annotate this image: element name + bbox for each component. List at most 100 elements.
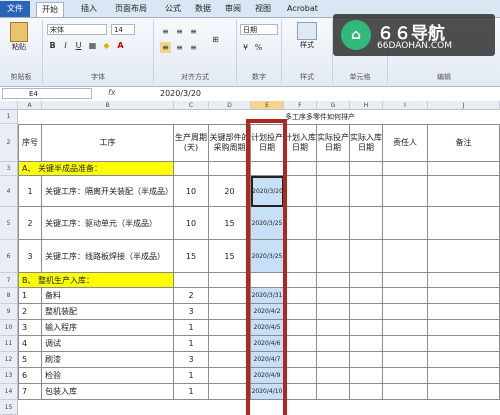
percent-button[interactable]: % — [253, 42, 264, 53]
prod-row-cycle[interactable]: 1 — [174, 384, 209, 400]
align-middle-icon[interactable]: ≡ — [174, 26, 185, 37]
header-seq[interactable]: 序号 — [18, 124, 42, 162]
bold-button[interactable]: B — [47, 40, 58, 51]
cell[interactable] — [350, 304, 383, 320]
cell[interactable] — [350, 288, 383, 304]
cell[interactable] — [428, 176, 500, 207]
header-remark[interactable]: 备注 — [428, 124, 500, 162]
name-box[interactable]: E4 — [2, 88, 92, 99]
tab-acrobat[interactable]: Acrobat — [282, 2, 323, 16]
row-header[interactable]: 11 — [0, 336, 18, 352]
cell[interactable] — [317, 240, 350, 273]
cell[interactable] — [383, 207, 428, 240]
cell[interactable] — [428, 336, 500, 352]
row-header[interactable]: 15 — [0, 400, 18, 415]
prod-row-no[interactable]: 6 — [18, 368, 42, 384]
prod-row-name[interactable]: 整机装配 — [42, 304, 174, 320]
cell[interactable] — [350, 336, 383, 352]
cell[interactable] — [317, 352, 350, 368]
cell[interactable] — [350, 240, 383, 273]
header-process[interactable]: 工序 — [42, 124, 174, 162]
key-row-name[interactable]: 关键工序：驱动单元（半成品） — [42, 207, 174, 240]
key-row-purchase[interactable]: 15 — [209, 207, 251, 240]
col-header-d[interactable]: D — [209, 101, 251, 110]
key-row-no[interactable]: 1 — [18, 176, 42, 207]
prod-row-name[interactable]: 备料 — [42, 288, 174, 304]
row-header[interactable]: 1 — [0, 110, 18, 124]
cell[interactable] — [383, 384, 428, 400]
cell[interactable] — [284, 176, 317, 207]
cell[interactable] — [350, 207, 383, 240]
cell[interactable] — [428, 304, 500, 320]
row-header[interactable]: 12 — [0, 352, 18, 368]
header-act-store[interactable]: 实际入库日期 — [350, 124, 383, 162]
cell[interactable] — [284, 352, 317, 368]
tab-page-layout[interactable]: 页面布局 — [110, 2, 152, 16]
prod-row-cycle[interactable]: 1 — [174, 336, 209, 352]
col-header-b[interactable]: B — [42, 101, 174, 110]
prod-row-name[interactable]: 检验 — [42, 368, 174, 384]
prod-row-cycle[interactable]: 3 — [174, 352, 209, 368]
prod-row-name[interactable]: 包装入库 — [42, 384, 174, 400]
tab-formulas[interactable]: 公式 — [160, 2, 186, 16]
align-center-icon[interactable]: ≡ — [174, 42, 185, 53]
col-header-g[interactable]: G — [317, 101, 350, 110]
cell[interactable] — [317, 368, 350, 384]
cell[interactable] — [383, 304, 428, 320]
cell[interactable] — [209, 336, 251, 352]
prod-row-no[interactable]: 3 — [18, 320, 42, 336]
row-header[interactable]: 4 — [0, 176, 18, 207]
cell[interactable] — [209, 162, 251, 176]
cell[interactable] — [317, 384, 350, 400]
row-header[interactable]: 8 — [0, 288, 18, 304]
cell[interactable] — [317, 288, 350, 304]
cell[interactable] — [428, 240, 500, 273]
cell[interactable] — [350, 273, 383, 288]
styles-button[interactable]: 样式 — [288, 22, 326, 50]
row-header[interactable]: 10 — [0, 320, 18, 336]
cell[interactable] — [284, 304, 317, 320]
prod-row-name[interactable]: 调试 — [42, 336, 174, 352]
tab-review[interactable]: 审阅 — [220, 2, 246, 16]
col-header-c[interactable]: C — [174, 101, 209, 110]
row-header[interactable]: 2 — [0, 124, 18, 162]
col-header-e[interactable]: E — [251, 101, 284, 110]
prod-row-no[interactable]: 2 — [18, 304, 42, 320]
cell[interactable] — [383, 352, 428, 368]
cell[interactable] — [428, 384, 500, 400]
col-header-f[interactable]: F — [284, 101, 317, 110]
header-cycle[interactable]: 生产周期(天) — [174, 124, 209, 162]
cell[interactable] — [317, 176, 350, 207]
cell[interactable] — [428, 207, 500, 240]
cell[interactable] — [350, 352, 383, 368]
font-size-select[interactable]: 14 — [111, 24, 135, 35]
cell[interactable] — [383, 336, 428, 352]
key-row-no[interactable]: 3 — [18, 240, 42, 273]
italic-button[interactable]: I — [60, 40, 71, 51]
cell[interactable] — [383, 162, 428, 176]
row-header[interactable]: 13 — [0, 368, 18, 384]
cell[interactable] — [317, 207, 350, 240]
col-header-i[interactable]: I — [383, 101, 428, 110]
section-b-label[interactable]: B、 整机生产入库： — [18, 273, 174, 288]
cell[interactable] — [383, 240, 428, 273]
align-left-icon[interactable]: ≡ — [160, 42, 171, 53]
header-act-start[interactable]: 实际投产日期 — [317, 124, 350, 162]
cell[interactable] — [317, 336, 350, 352]
prod-row-cycle[interactable]: 1 — [174, 320, 209, 336]
key-row-name[interactable]: 关键工序：线路板焊接（半成品） — [42, 240, 174, 273]
cell[interactable] — [428, 288, 500, 304]
row-header[interactable]: 9 — [0, 304, 18, 320]
fx-icon[interactable]: fx — [108, 88, 116, 97]
align-top-icon[interactable]: ≡ — [160, 26, 171, 37]
key-row-purchase[interactable]: 20 — [209, 176, 251, 207]
prod-row-name[interactable]: 刷漆 — [42, 352, 174, 368]
prod-row-no[interactable]: 5 — [18, 352, 42, 368]
cell[interactable] — [383, 320, 428, 336]
cell[interactable] — [284, 384, 317, 400]
key-row-purchase[interactable]: 15 — [209, 240, 251, 273]
cell[interactable] — [350, 368, 383, 384]
row-header[interactable]: 3 — [0, 162, 18, 176]
cell[interactable] — [317, 304, 350, 320]
prod-row-no[interactable]: 7 — [18, 384, 42, 400]
